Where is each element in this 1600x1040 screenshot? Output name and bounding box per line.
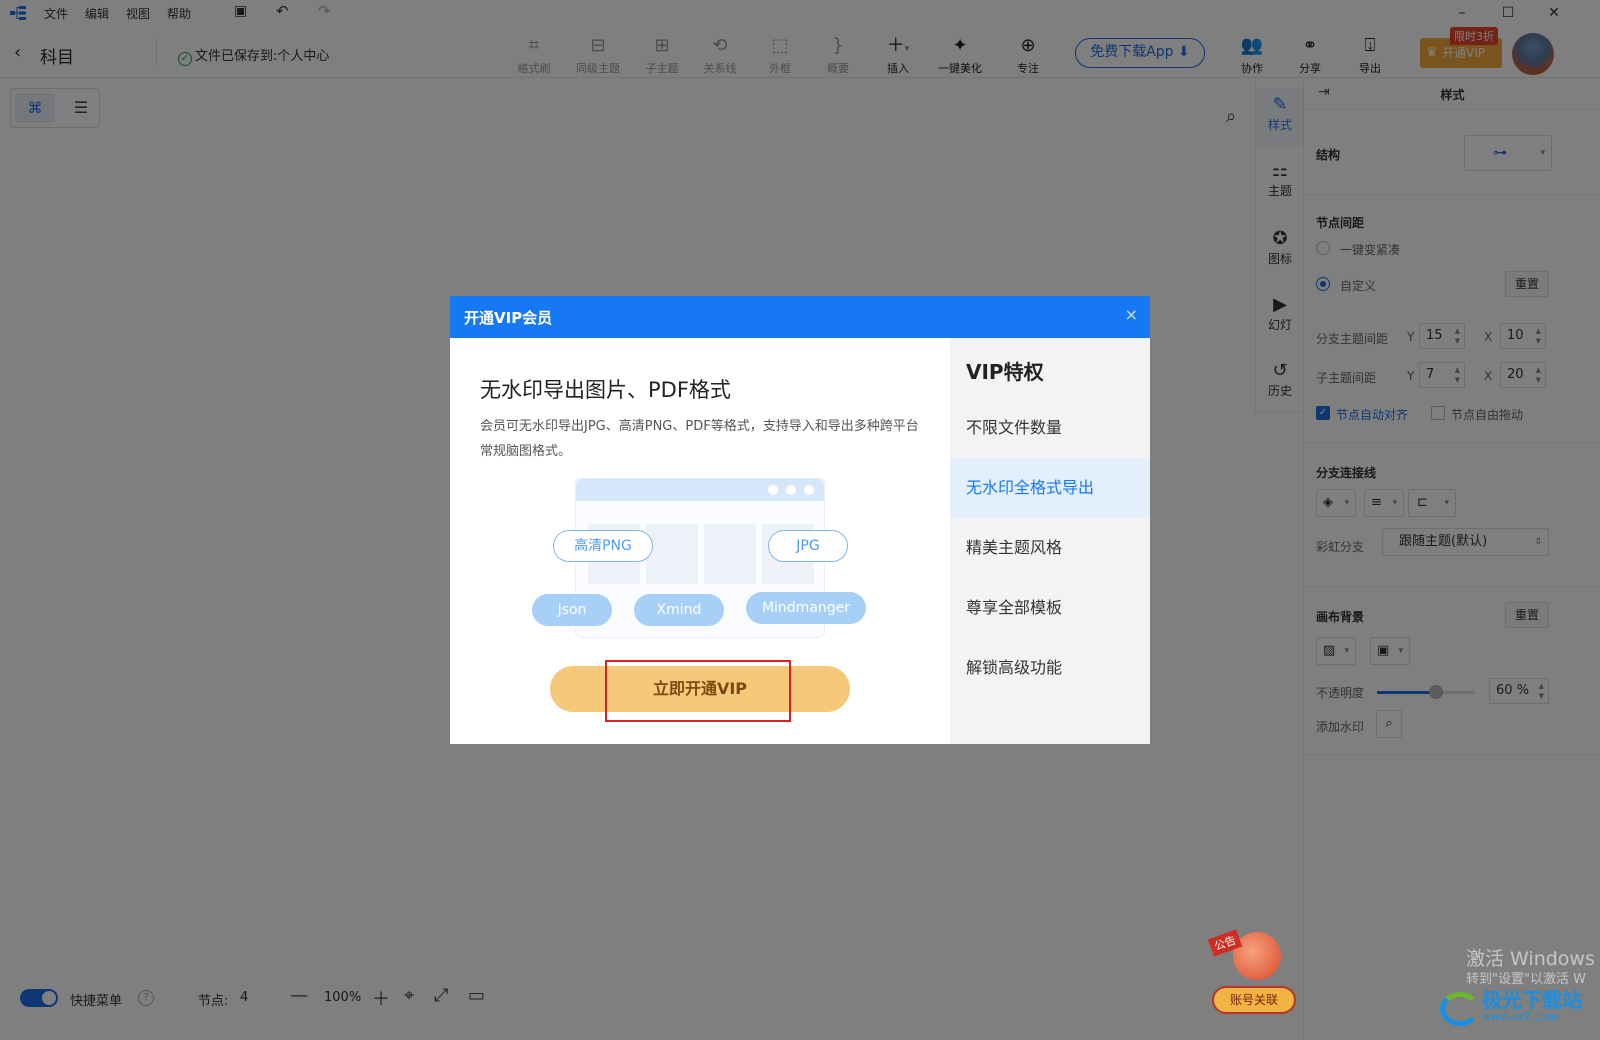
feature-heading: 无水印导出图片、PDF格式 (480, 378, 731, 402)
format-xmind: Xmind (634, 594, 724, 626)
illustration-dot (786, 485, 796, 495)
modal-header: 开通VIP会员 × (450, 296, 1150, 338)
site-watermark: 极光下载站 www.xz7.com (1440, 984, 1600, 1036)
illustration-block (704, 524, 756, 584)
illustration-dot (768, 485, 778, 495)
illustration-header (576, 479, 824, 501)
privileges-title: VIP特权 (966, 360, 1044, 384)
privilege-item[interactable]: 精美主题风格 (950, 518, 1150, 578)
vip-privileges: VIP特权 不限文件数量 无水印全格式导出 精美主题风格 尊享全部模板 解锁高级… (950, 338, 1150, 744)
privilege-item[interactable]: 解锁高级功能 (950, 638, 1150, 698)
modal-content: 无水印导出图片、PDF格式 会员可无水印导出JPG、高清PNG、PDF等格式，支… (450, 338, 950, 744)
site-logo-icon (1440, 992, 1480, 1026)
illustration-dot (804, 485, 814, 495)
notice-heart-icon (1233, 932, 1281, 980)
format-json: Json (532, 594, 612, 626)
format-png: 高清PNG (553, 530, 653, 562)
account-link-button[interactable]: 账号关联 (1212, 986, 1296, 1014)
app-window: 文件 编辑 视图 帮助 ▣ ↶ ↷ – ☐ ✕ ‹ 科目 ✓文件已保存到:个人中… (0, 0, 1600, 1040)
watermark-url: www.xz7.com (1482, 1010, 1558, 1023)
privilege-item[interactable]: 尊享全部模板 (950, 578, 1150, 638)
vip-modal: 开通VIP会员 × 无水印导出图片、PDF格式 会员可无水印导出JPG、高清PN… (450, 296, 1150, 744)
privilege-item-selected[interactable]: 无水印全格式导出 (950, 458, 1150, 518)
highlight-box (605, 660, 791, 722)
watermark-brand: 极光下载站 (1482, 988, 1582, 1012)
close-icon[interactable]: × (1125, 305, 1138, 324)
notice-widget[interactable]: 公告 账号关联 (1207, 928, 1302, 1020)
privilege-item[interactable]: 不限文件数量 (950, 398, 1150, 458)
format-mindmanager: Mindmanger (746, 592, 866, 624)
illustration-block (646, 524, 698, 584)
format-jpg: JPG (768, 530, 848, 562)
modal-title: 开通VIP会员 (464, 309, 553, 327)
windows-activation-title: 激活 Windows (1466, 948, 1595, 970)
feature-description: 会员可无水印导出JPG、高清PNG、PDF等格式，支持导入和导出多种跨平台常规脑… (480, 419, 919, 459)
